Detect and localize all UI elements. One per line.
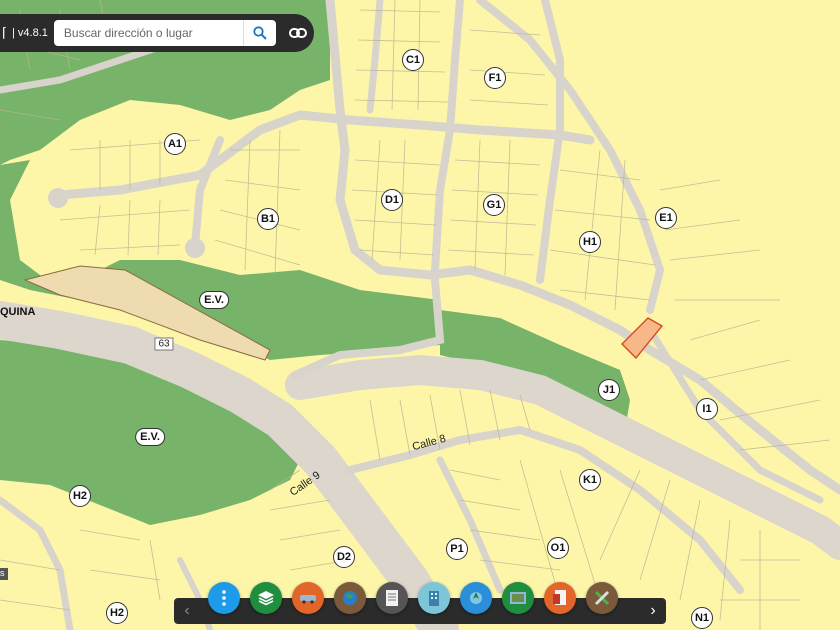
tool-map-view-button[interactable] bbox=[502, 582, 534, 614]
green-area-label-south: E.V. bbox=[135, 428, 165, 446]
version-label: | v4.8.1 bbox=[12, 27, 48, 39]
map-view-icon bbox=[510, 592, 526, 604]
block-label-e1: E1 bbox=[655, 207, 677, 229]
left-edge-tab-text: s bbox=[0, 568, 5, 578]
block-label-a1: A1 bbox=[164, 133, 186, 155]
chevron-right-icon: › bbox=[650, 602, 656, 619]
block-label-f1: F1 bbox=[484, 67, 506, 89]
block-label-h1: H1 bbox=[579, 231, 601, 253]
block-label-n1: N1 bbox=[691, 607, 713, 629]
tool-globe-button[interactable] bbox=[334, 582, 366, 614]
block-label-g1: G1 bbox=[483, 194, 505, 216]
tool-vehicle-button[interactable] bbox=[292, 582, 324, 614]
block-label-b1: B1 bbox=[257, 208, 279, 230]
block-label-d1: D1 bbox=[381, 189, 403, 211]
document-icon bbox=[386, 590, 398, 606]
report-icon bbox=[553, 590, 566, 605]
tools-icon bbox=[594, 590, 610, 606]
next-tools-button[interactable]: › bbox=[642, 598, 664, 624]
block-label-h2: H2 bbox=[69, 485, 91, 507]
menu-edge-icon[interactable]: ⌈ bbox=[2, 25, 8, 41]
share-link-button[interactable] bbox=[286, 21, 310, 45]
tool-document-button[interactable] bbox=[376, 582, 408, 614]
block-label-d2: D2 bbox=[333, 546, 355, 568]
tool-building-button[interactable] bbox=[418, 582, 450, 614]
layers-icon bbox=[258, 591, 274, 606]
block-label-h2-south: H2 bbox=[106, 602, 128, 624]
more-vert-icon bbox=[222, 590, 226, 606]
tool-tools-button[interactable] bbox=[586, 582, 618, 614]
tool-report-button[interactable] bbox=[544, 582, 576, 614]
block-label-j1: J1 bbox=[598, 379, 620, 401]
building-icon bbox=[429, 591, 439, 606]
link-icon bbox=[288, 28, 307, 38]
tool-layers-button[interactable] bbox=[250, 582, 282, 614]
search-box bbox=[53, 20, 276, 46]
block-label-p1: P1 bbox=[446, 538, 468, 560]
green-area-label: E.V. bbox=[199, 291, 229, 309]
search-button[interactable] bbox=[242, 20, 276, 46]
block-label-o1: O1 bbox=[547, 537, 569, 559]
tool-gps-button[interactable] bbox=[460, 582, 492, 614]
search-icon bbox=[253, 26, 267, 40]
block-label-k1: K1 bbox=[579, 469, 601, 491]
prev-tools-button[interactable]: ‹ bbox=[176, 598, 198, 624]
road-number-badge: 63 bbox=[154, 337, 174, 351]
block-label-c1: C1 bbox=[402, 49, 424, 71]
globe-icon bbox=[343, 591, 357, 605]
gps-icon bbox=[470, 592, 482, 604]
block-label-i1: I1 bbox=[696, 398, 718, 420]
search-input[interactable] bbox=[53, 25, 246, 41]
tool-menu-button[interactable] bbox=[208, 582, 240, 614]
road-name-label: QUINA bbox=[0, 306, 36, 318]
top-toolbar: ⌈ | v4.8.1 bbox=[0, 14, 314, 52]
vehicle-icon bbox=[300, 595, 316, 604]
map-canvas[interactable] bbox=[0, 0, 840, 630]
left-edge-tab[interactable]: s bbox=[0, 568, 8, 580]
chevron-left-icon: ‹ bbox=[184, 602, 190, 619]
